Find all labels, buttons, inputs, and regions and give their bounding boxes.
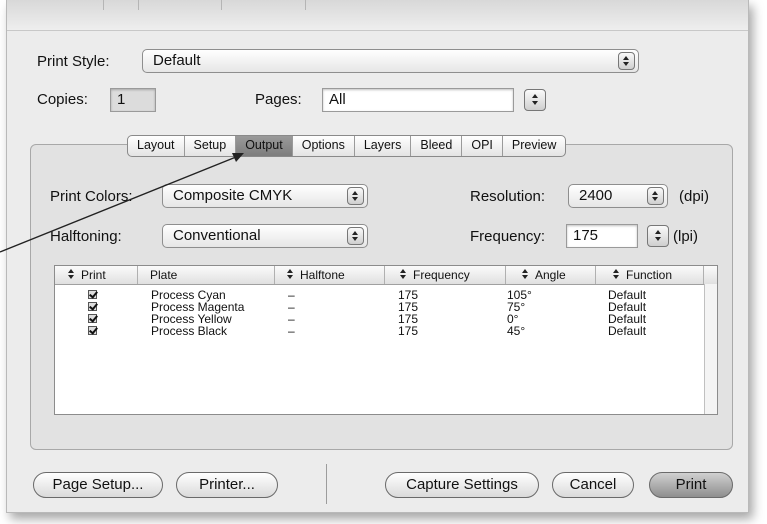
cancel-button[interactable]: Cancel (552, 472, 634, 498)
print-button[interactable]: Print (649, 472, 733, 498)
printer-button[interactable]: Printer... (176, 472, 278, 498)
button-separator (326, 464, 327, 504)
page: Print Style: Default Copies: 1 Pages: Al… (0, 0, 767, 524)
page-setup-button[interactable]: Page Setup... (33, 472, 163, 498)
capture-settings-button[interactable]: Capture Settings (385, 472, 539, 498)
callout-arrow-icon (0, 153, 244, 253)
